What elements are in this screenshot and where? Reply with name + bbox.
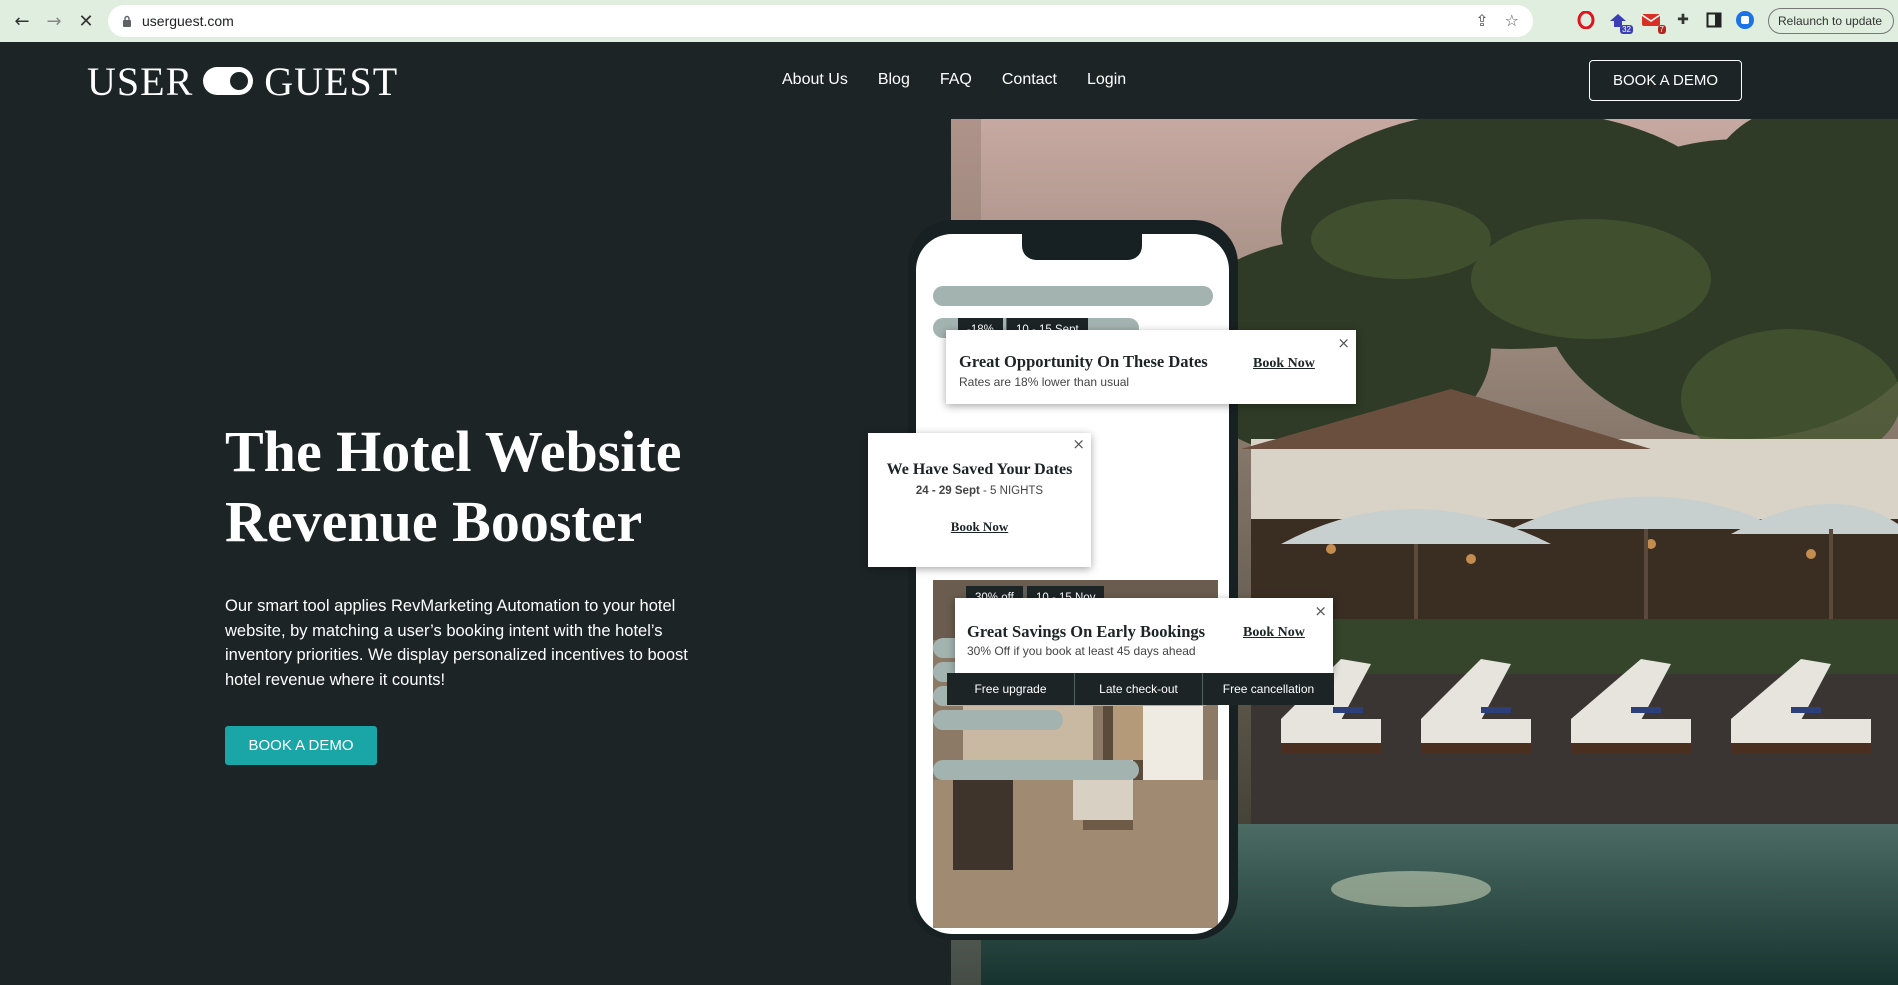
puzzle-extensions-icon[interactable]: ✚ [1672, 9, 1694, 31]
main-nav: About Us Blog FAQ Contact Login [782, 71, 1156, 89]
popup-subtitle: Rates are 18% lower than usual [959, 375, 1130, 389]
stop-loading-icon[interactable]: ✕ [73, 8, 99, 34]
side-panel-icon[interactable] [1703, 9, 1725, 31]
popup-great-opportunity: Great Opportunity On These Dates Rates a… [946, 330, 1356, 404]
logo-toggle-icon [203, 67, 254, 95]
saved-nights: 5 NIGHTS [990, 485, 1044, 497]
browser-toolbar: ← → ✕ userguest.com ⇪ ☆ 32 7 ✚ Relaunch … [0, 0, 1898, 42]
hero-description: Our smart tool applies RevMarketing Auto… [225, 597, 688, 689]
mail-extension-icon[interactable]: 7 [1640, 9, 1666, 34]
nav-blog[interactable]: Blog [878, 71, 910, 89]
close-icon[interactable]: × [1072, 435, 1085, 453]
nav-about-us[interactable]: About Us [782, 71, 848, 89]
site-header: USER GUEST About Us Blog FAQ Contact Log… [0, 42, 1898, 119]
logo-text-left: USER [87, 58, 194, 104]
site-logo[interactable]: USER GUEST [87, 59, 398, 104]
skeleton-line [933, 286, 1213, 306]
saved-dates-separator: - [979, 485, 991, 497]
book-now-link[interactable]: Book Now [1243, 625, 1305, 641]
logo-text-right: GUEST [264, 58, 399, 104]
popup-title: Great Opportunity On These Dates [959, 352, 1208, 371]
phone-notch [1022, 234, 1142, 260]
close-icon[interactable]: × [1337, 334, 1350, 352]
nav-login[interactable]: Login [1087, 71, 1126, 89]
share-icon[interactable]: ⇪ [1475, 11, 1488, 30]
bookmark-star-icon[interactable]: ☆ [1505, 11, 1519, 30]
saved-dates-line: 24 - 29 Sept - 5 NIGHTS [868, 485, 1091, 497]
extension-hat-icon[interactable]: 32 [1607, 9, 1633, 34]
opera-extension-icon[interactable] [1575, 9, 1597, 31]
hero-title: The Hotel Website Revenue Booster [225, 417, 745, 557]
popup-title: We Have Saved Your Dates [886, 461, 1073, 478]
popup-saved-dates: We Have Saved Your Dates 24 - 29 Sept - … [868, 433, 1091, 567]
skeleton-line [933, 760, 1139, 780]
nav-faq[interactable]: FAQ [940, 71, 972, 89]
saved-date-range: 24 - 29 Sept [915, 485, 980, 497]
close-icon[interactable]: × [1314, 602, 1327, 620]
header-book-demo-button[interactable]: BOOK A DEMO [1589, 60, 1742, 101]
extension-badge: 32 [1620, 25, 1633, 34]
perk-free-upgrade[interactable]: Free upgrade [947, 673, 1075, 705]
relaunch-button[interactable]: Relaunch to update [1768, 8, 1894, 34]
forward-arrow-icon[interactable]: → [41, 8, 67, 34]
extension-badge: 7 [1657, 25, 1666, 34]
skeleton-line [933, 710, 1063, 730]
back-arrow-icon[interactable]: ← [9, 8, 35, 34]
url-text: userguest.com [142, 13, 234, 29]
hero-title-line-2: Revenue Booster [225, 489, 643, 554]
profile-avatar-icon[interactable] [1734, 9, 1756, 31]
perks-bar: Free upgrade Late check-out Free cancell… [947, 673, 1334, 705]
address-bar[interactable]: userguest.com ⇪ ☆ [108, 5, 1533, 37]
popup-early-bookings: Great Savings On Early Bookings 30% Off … [955, 598, 1333, 673]
nav-contact[interactable]: Contact [1002, 71, 1057, 89]
popup-title: Great Savings On Early Bookings [967, 622, 1206, 641]
book-now-link[interactable]: Book Now [868, 519, 1091, 535]
hero-book-demo-button[interactable]: BOOK A DEMO [225, 726, 377, 765]
popup-subtitle: 30% Off if you book at least 45 days ahe… [967, 644, 1196, 658]
book-now-link[interactable]: Book Now [1253, 356, 1315, 372]
lock-icon [123, 15, 131, 27]
perk-free-cancellation[interactable]: Free cancellation [1203, 673, 1334, 705]
hero-title-line-1: The Hotel Website [225, 419, 682, 484]
perk-late-checkout[interactable]: Late check-out [1075, 673, 1203, 705]
